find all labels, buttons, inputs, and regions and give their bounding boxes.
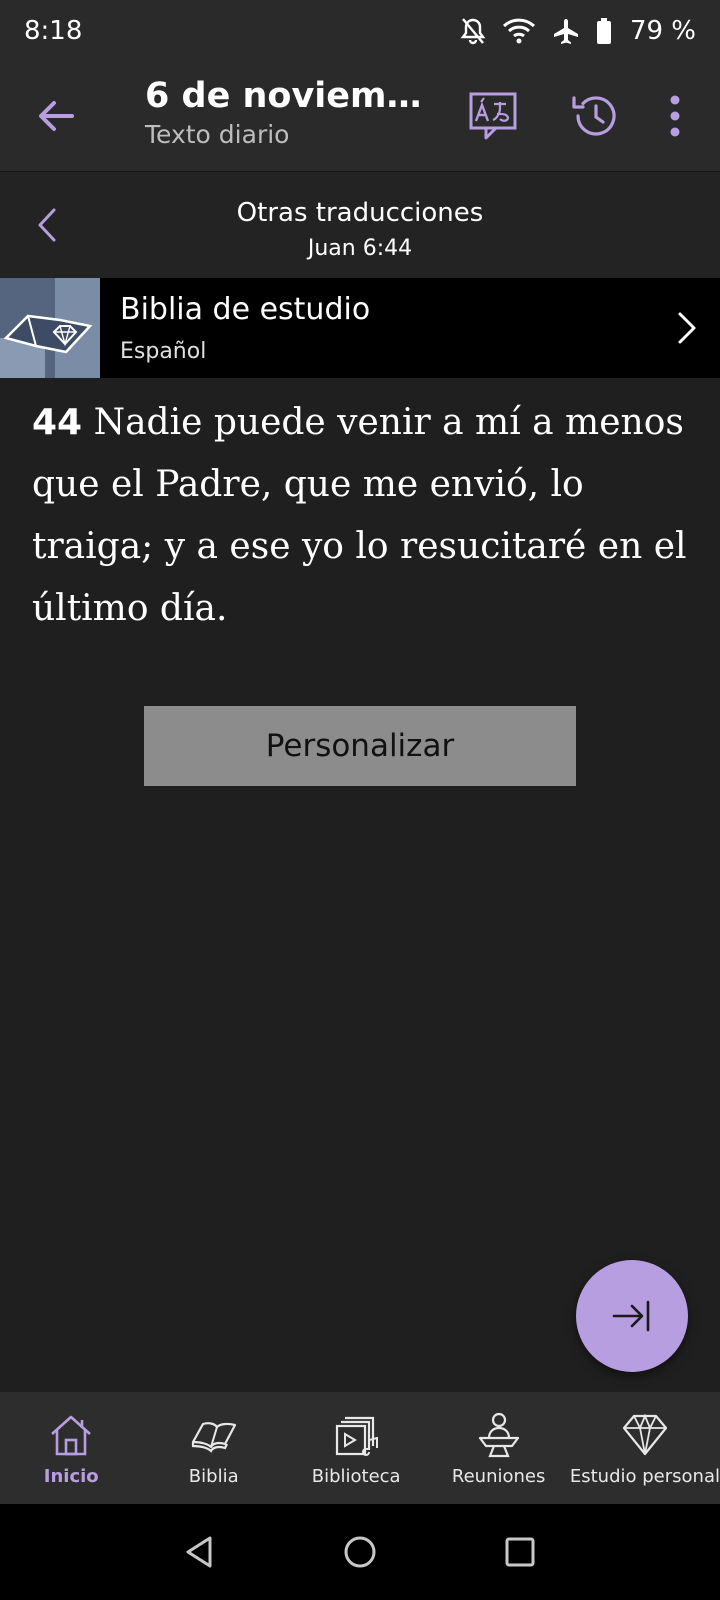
chevron-right-icon[interactable] (668, 298, 708, 358)
nav-label-inicio: Inicio (43, 1466, 99, 1487)
bottom-navigation: Inicio Biblia Biblioteca Reuniones Estud… (0, 1392, 720, 1504)
more-options-icon[interactable] (660, 90, 690, 142)
nav-label-biblia: Biblia (188, 1466, 239, 1487)
home-icon (51, 1415, 92, 1456)
publication-info: Biblia de estudio Español (120, 292, 668, 364)
translations-title: Otras traducciones (236, 198, 484, 228)
nav-item-estudio-personal[interactable]: Estudio personal (570, 1392, 720, 1504)
jump-to-end-button[interactable] (576, 1260, 688, 1372)
notifications-off-icon (460, 18, 486, 45)
translations-header: Otras traducciones Juan 6:44 (0, 172, 720, 278)
back-arrow-icon[interactable] (32, 92, 80, 140)
meetings-icon (478, 1412, 519, 1458)
nav-item-inicio[interactable]: Inicio (0, 1392, 142, 1504)
translate-icon[interactable] (468, 90, 520, 142)
app-bar: 6 de noviembr… Texto diario (0, 62, 720, 172)
publication-title: Biblia de estudio (120, 292, 371, 327)
status-icons: 79 % (460, 16, 696, 46)
nav-label-reuniones: Reuniones (451, 1466, 546, 1487)
page-title: 6 de noviembr… (145, 76, 435, 116)
publication-thumbnail (0, 278, 100, 378)
diamond-icon (622, 1413, 668, 1456)
scripture-reference: Juan 6:44 (307, 236, 413, 261)
battery-icon (596, 18, 611, 44)
system-recents-icon[interactable] (502, 1534, 538, 1570)
chevron-left-icon[interactable] (32, 204, 62, 246)
nav-item-biblia[interactable]: Biblia (142, 1392, 284, 1504)
customize-button[interactable]: Personalizar (144, 706, 576, 786)
app-bar-titles: 6 de noviembr… Texto diario (145, 76, 435, 149)
nav-item-reuniones[interactable]: Reuniones (427, 1392, 569, 1504)
system-back-icon[interactable] (182, 1534, 218, 1570)
nav-label-estudio-personal: Estudio personal (569, 1466, 720, 1487)
system-navigation-bar (0, 1504, 720, 1600)
battery-level: 79 % (629, 16, 696, 46)
system-home-icon[interactable] (342, 1534, 378, 1570)
verse-number: 44 (32, 402, 83, 443)
status-bar: 8:18 79 % (0, 0, 720, 62)
nav-item-biblioteca[interactable]: Biblioteca (285, 1392, 427, 1504)
airplane-mode-icon (553, 19, 578, 44)
verse-body: Nadie puede venir a mí a menos que el Pa… (32, 402, 687, 629)
nav-label-biblioteca: Biblioteca (311, 1466, 401, 1487)
bible-icon (191, 1422, 236, 1453)
verse-text: 44 Nadie puede venir a mí a menos que el… (32, 392, 702, 640)
study-bible-cover-icon (0, 278, 100, 378)
page-subtitle: Texto diario (145, 120, 290, 149)
status-time: 8:18 (24, 16, 83, 46)
wifi-icon (502, 18, 535, 44)
library-icon (336, 1416, 379, 1456)
screen: 8:18 79 % 6 de noviembr… Texto diario Ot… (0, 0, 720, 1600)
history-icon[interactable] (568, 90, 620, 142)
publication-row[interactable]: Biblia de estudio Español (0, 278, 720, 378)
publication-language: Español (120, 339, 207, 364)
arrow-to-end-icon (612, 1300, 650, 1332)
